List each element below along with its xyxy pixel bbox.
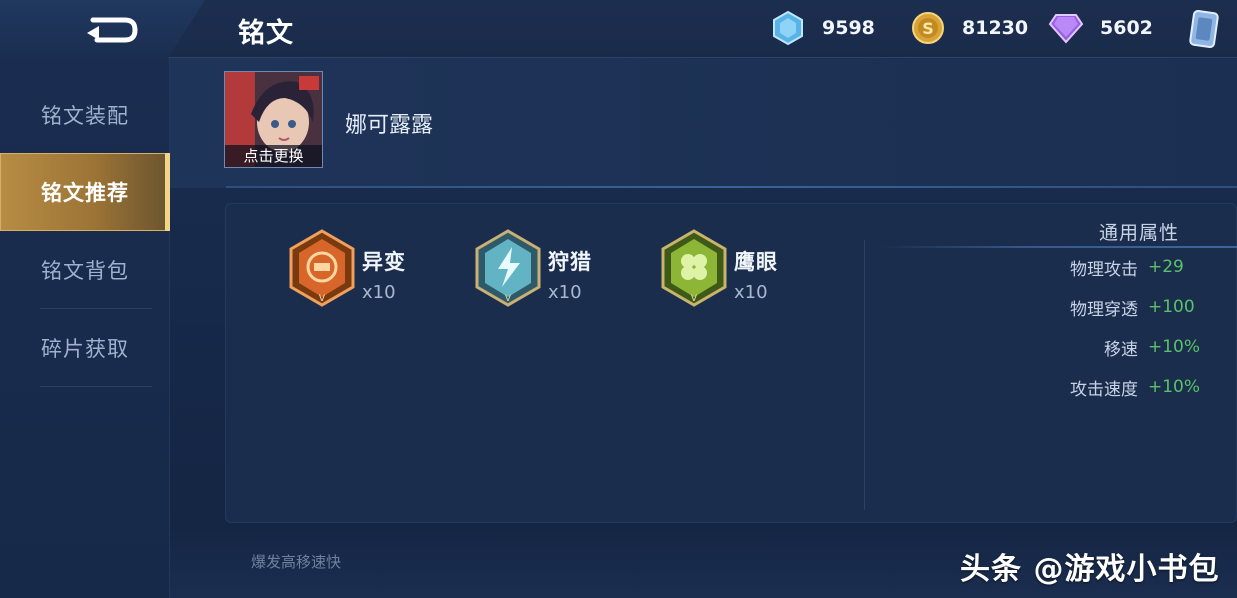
attribute-row: 移速 +10% [960,334,1220,360]
diamond-count: 9598 [822,17,875,39]
sidebar-item-rune-assembly[interactable]: 铭文装配 [0,76,170,154]
change-hero-label[interactable]: 点击更换 [225,145,322,167]
top-bar: 铭文 9598 S 81230 5602 [0,0,1237,58]
attribute-label: 物理穿透 [1070,299,1138,320]
rune-name: 异变 [362,250,406,274]
svg-text:V: V [505,294,512,304]
divider [864,240,865,510]
attribute-row: 攻击速度 +10% [960,374,1220,400]
attribute-value: +100 [1148,297,1195,317]
svg-text:V: V [319,294,326,304]
sidebar: 铭文装配 铭文推荐 铭文背包 碎片获取 [0,58,170,598]
page-title: 铭文 [238,18,294,49]
rune-count: x10 [734,282,768,303]
rune-count: x10 [548,282,582,303]
sidebar-item-rune-bag[interactable]: 铭文背包 [0,231,170,309]
svg-text:S: S [922,19,934,38]
gem-count: 5602 [1100,17,1153,39]
rune-hunt-icon: V [475,229,541,307]
sidebar-item-label: 铭文推荐 [41,181,129,205]
rune-item[interactable]: V 异变 x10 [288,229,406,307]
sidebar-item-rune-recommend[interactable]: 铭文推荐 [0,153,170,231]
sidebar-item-label: 碎片获取 [41,337,129,361]
rune-item[interactable]: V 狩猎 x10 [474,229,592,307]
rune-screen: 铭文 9598 S 81230 5602 铭文装配 铭文推荐 铭文背包 碎片获取… [0,0,1237,598]
attribute-value: +29 [1148,257,1184,277]
rune-item[interactable]: V 鹰眼 x10 [660,229,778,307]
attribute-value: +10% [1148,377,1201,397]
rune-name: 鹰眼 [734,250,778,274]
blue-crystal-icon [770,10,806,46]
divider [880,246,1237,248]
recommend-description: 爆发高移速快 [251,553,342,571]
gold-count: 81230 [962,17,1029,39]
currency-gold[interactable]: S 81230 [910,9,1028,47]
gold-coin-icon: S [910,10,946,46]
sidebar-item-label: 铭文装配 [41,104,129,128]
hero-name: 娜可露露 [345,113,434,138]
attribute-label: 移速 [1104,339,1138,360]
rune-hawkeye-icon: V [661,229,727,307]
attribute-label: 攻击速度 [1070,379,1138,400]
rune-name: 狩猎 [548,250,592,274]
attribute-row: 物理攻击 +29 [960,254,1220,280]
hero-avatar[interactable]: 点击更换 [224,71,323,168]
sidebar-item-fragment-obtain[interactable]: 碎片获取 [0,309,170,387]
purple-gem-icon [1048,10,1084,46]
rune-card-icon[interactable] [1188,9,1220,49]
attribute-value: +10% [1148,337,1201,357]
back-button[interactable] [0,0,205,58]
divider [40,386,152,387]
rune-count: x10 [362,282,396,303]
attributes-title: 通用属性 [1099,222,1180,244]
hero-header [170,58,1237,188]
sidebar-item-label: 铭文背包 [41,259,129,283]
back-arrow-icon [87,17,138,43]
rune-mutation-icon: V [289,229,355,307]
currency-diamond[interactable]: 9598 [770,9,875,47]
currency-gem[interactable]: 5602 [1048,9,1153,47]
attribute-label: 物理攻击 [1070,259,1138,280]
watermark: 头条 @游戏小书包 [960,552,1220,587]
attribute-row: 物理穿透 +100 [960,294,1220,320]
svg-text:V: V [691,294,698,304]
